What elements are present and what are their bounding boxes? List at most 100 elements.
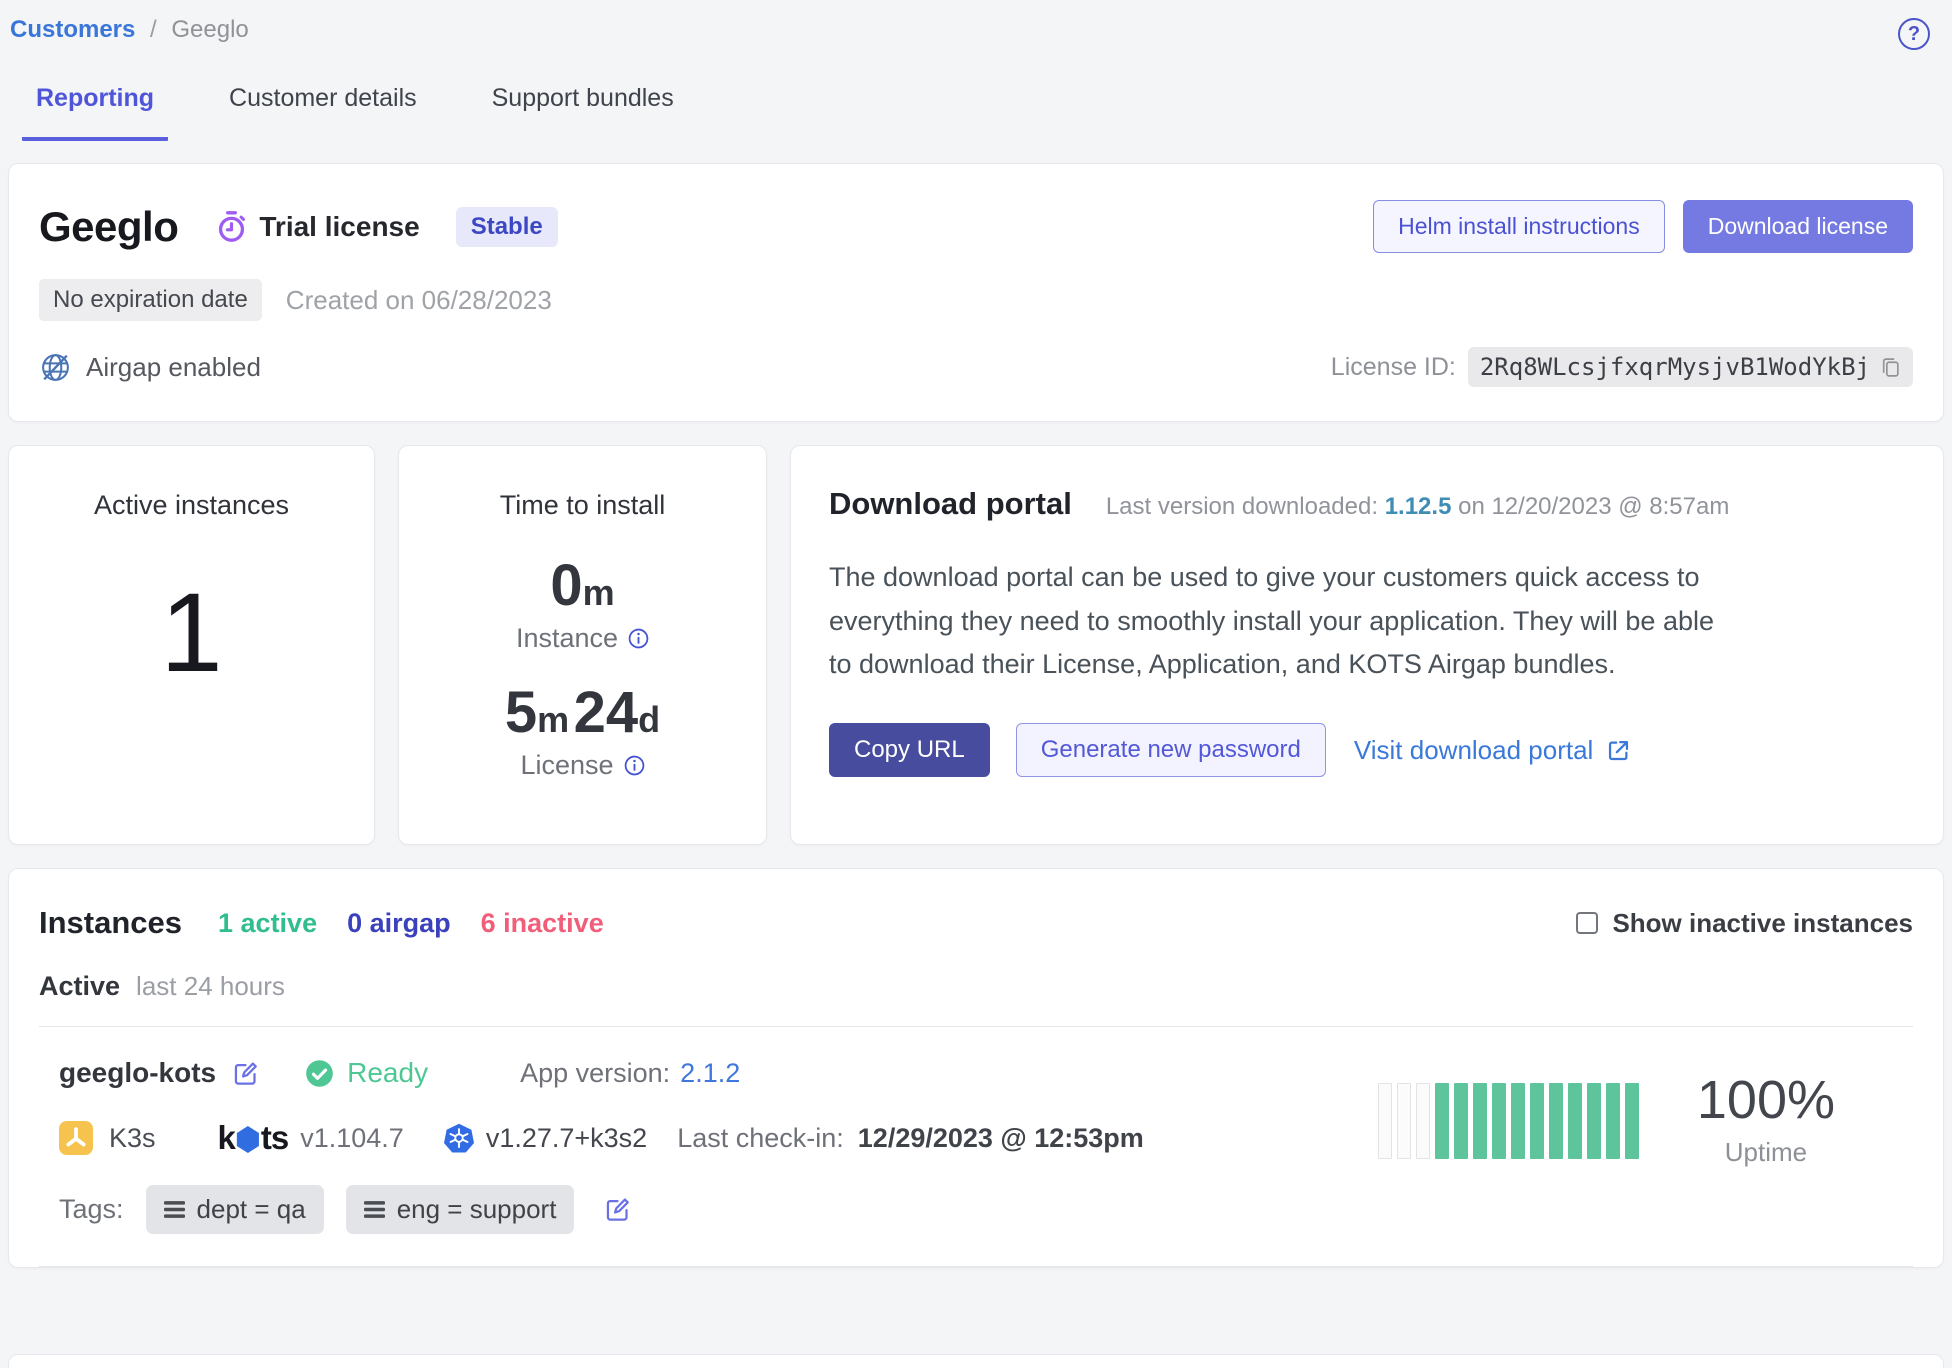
tags-label: Tags:	[59, 1194, 124, 1225]
trial-stopwatch-icon	[216, 210, 247, 243]
active-group-period: last 24 hours	[136, 971, 285, 1002]
download-license-button[interactable]: Download license	[1683, 200, 1913, 253]
active-instances-card: Active instances 1	[8, 445, 375, 845]
uptime-bar	[1454, 1083, 1468, 1159]
uptime-label: Uptime	[1697, 1137, 1835, 1168]
generate-new-password-button[interactable]: Generate new password	[1016, 723, 1326, 777]
time-to-install-title: Time to install	[399, 490, 766, 521]
instance-install-label-row: Instance	[399, 623, 766, 654]
uptime-bar	[1568, 1083, 1582, 1159]
last-version-date: on 12/20/2023 @ 8:57am	[1458, 493, 1729, 520]
instances-header: Instances 1 active 0 airgap 6 inactive S…	[39, 905, 1913, 941]
helm-install-instructions-button[interactable]: Helm install instructions	[1373, 200, 1665, 253]
uptime-bar	[1587, 1083, 1601, 1159]
tab-bar: Reporting Customer details Support bundl…	[22, 84, 1944, 141]
uptime-percentage: 100%	[1697, 1073, 1835, 1127]
instances-card: Instances 1 active 0 airgap 6 inactive S…	[8, 868, 1944, 1268]
last-version-downloaded: Last version downloaded: 1.12.5 on 12/20…	[1106, 493, 1730, 521]
top-bar: Customers / Geeglo ?	[8, 16, 1944, 50]
last-version-label: Last version downloaded:	[1106, 493, 1378, 520]
edit-tags-icon[interactable]	[604, 1196, 631, 1223]
help-icon[interactable]: ?	[1898, 18, 1930, 50]
tag-pill: dept = qa	[146, 1185, 324, 1234]
edit-instance-name-icon[interactable]	[232, 1060, 259, 1087]
expiration-badge: No expiration date	[39, 279, 262, 321]
copy-icon[interactable]	[1880, 356, 1901, 379]
channel-badge: Stable	[456, 207, 558, 247]
last-checkin-label: Last check-in:	[677, 1123, 844, 1154]
tag-lines-icon	[164, 1201, 185, 1218]
license-install-label-row: License	[399, 750, 766, 781]
instance-install-value: 0	[550, 553, 582, 618]
active-count[interactable]: 1 active	[218, 908, 317, 939]
breadcrumb-separator: /	[150, 16, 157, 43]
kubernetes-version-wrap: v1.27.7+k3s2	[444, 1123, 647, 1154]
airgap-count[interactable]: 0 airgap	[347, 908, 451, 939]
tag-lines-icon	[364, 1201, 385, 1218]
kots-logo-k: k	[218, 1119, 235, 1157]
breadcrumb: Customers / Geeglo	[10, 16, 249, 44]
last-checkin-value: 12/29/2023 @ 12:53pm	[858, 1123, 1144, 1154]
breadcrumb-current: Geeglo	[171, 16, 248, 43]
uptime-bar	[1397, 1083, 1411, 1159]
download-portal-header: Download portal Last version downloaded:…	[829, 486, 1905, 522]
active-instances-count: 1	[9, 577, 374, 689]
ready-check-icon	[305, 1059, 334, 1088]
info-icon[interactable]	[628, 628, 649, 649]
license-id-label: License ID:	[1331, 353, 1456, 382]
kots-logo-ts: ts	[261, 1119, 288, 1157]
show-inactive-checkbox[interactable]	[1576, 912, 1598, 934]
uptime-bar	[1511, 1083, 1525, 1159]
kots-o-icon	[236, 1126, 260, 1153]
download-portal-title: Download portal	[829, 486, 1072, 522]
app-version-link[interactable]: 2.1.2	[680, 1058, 740, 1089]
customer-summary-card: Geeglo Trial license Stable Helm install…	[8, 163, 1944, 422]
show-inactive-toggle[interactable]: Show inactive instances	[1576, 908, 1913, 939]
app-version-label: App version:	[520, 1058, 670, 1089]
customer-meta-row: No expiration date Created on 06/28/2023	[39, 279, 1913, 321]
active-instances-title: Active instances	[9, 490, 374, 521]
instance-tags-row: Tags: dept = qa eng = support	[59, 1185, 1893, 1234]
license-install-value1: 5	[505, 680, 537, 745]
customer-airgap-row: Airgap enabled License ID: 2Rq8WLcsjfxqr…	[39, 347, 1913, 387]
license-install-unit2: d	[638, 699, 660, 740]
created-date-text: Created on 06/28/2023	[286, 285, 552, 316]
license-install-unit1: m	[537, 699, 569, 740]
uptime-bar	[1549, 1083, 1563, 1159]
instance-install-unit: m	[583, 572, 615, 613]
license-install-label: License	[520, 750, 613, 781]
distribution-name: K3s	[109, 1123, 156, 1154]
uptime-bar	[1416, 1083, 1430, 1159]
uptime-bar	[1435, 1083, 1449, 1159]
copy-url-button[interactable]: Copy URL	[829, 723, 990, 777]
external-link-icon	[1605, 737, 1632, 764]
license-id-pill: 2Rq8WLcsjfxqrMysjvB1WodYkBj	[1468, 347, 1913, 387]
kots-version: v1.104.7	[300, 1123, 404, 1154]
uptime-group: 100% Uptime	[1378, 1073, 1835, 1168]
uptime-stat: 100% Uptime	[1697, 1073, 1835, 1168]
breadcrumb-customers-link[interactable]: Customers	[10, 16, 135, 43]
last-version-link[interactable]: 1.12.5	[1385, 493, 1452, 520]
instance-row: geeglo-kots Ready App version: 2.1.2	[39, 1027, 1913, 1266]
tab-reporting[interactable]: Reporting	[22, 84, 168, 141]
stat-cards-row: Active instances 1 Time to install 0m In…	[8, 445, 1944, 845]
tab-customer-details[interactable]: Customer details	[215, 84, 431, 141]
instance-status-text: Ready	[347, 1057, 428, 1089]
visit-download-portal-label: Visit download portal	[1354, 735, 1593, 766]
license-id-row: License ID: 2Rq8WLcsjfxqrMysjvB1WodYkBj	[1331, 347, 1913, 387]
info-icon[interactable]	[624, 755, 645, 776]
airgap-globe-icon	[39, 351, 72, 384]
uptime-bars	[1378, 1083, 1639, 1159]
inactive-count[interactable]: 6 inactive	[481, 908, 604, 939]
divider	[39, 1266, 1913, 1267]
download-portal-card: Download portal Last version downloaded:…	[790, 445, 1944, 845]
tab-support-bundles[interactable]: Support bundles	[478, 84, 688, 141]
tag-pill: eng = support	[346, 1185, 575, 1234]
kots-logo: kts	[218, 1119, 289, 1157]
visit-download-portal-link[interactable]: Visit download portal	[1354, 735, 1632, 766]
license-id-value: 2Rq8WLcsjfxqrMysjvB1WodYkBj	[1480, 353, 1870, 381]
instances-title: Instances	[39, 905, 182, 941]
customer-name: Geeglo	[39, 203, 178, 251]
instance-install-time: 0m	[399, 557, 766, 615]
active-group-header: Active last 24 hours	[39, 971, 1913, 1002]
